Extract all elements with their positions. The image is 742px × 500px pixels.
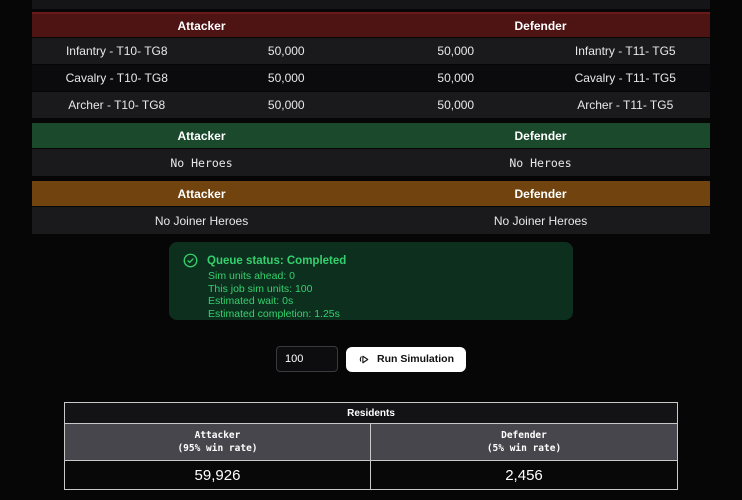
joiners-attacker-header: Attacker: [32, 187, 371, 201]
attacker-residents-value: 59,926: [65, 461, 371, 489]
check-circle-icon: [183, 253, 198, 268]
attacker-result-header: Attacker (95% win rate): [65, 424, 371, 460]
attacker-result-label: Attacker: [195, 429, 241, 442]
table-row: Infantry - T10- TG8 50,000 50,000 Infant…: [32, 38, 710, 64]
defender-joiners-value: No Joiner Heroes: [371, 214, 710, 228]
queue-status-card: Queue status: Completed Sim units ahead:…: [169, 242, 573, 320]
attacker-troop-type: Archer - T10- TG8: [32, 98, 202, 112]
joiners-defender-header: Defender: [371, 187, 710, 201]
estimated-completion-line: Estimated completion: 1.25s: [208, 308, 559, 321]
defender-troop-count: 50,000: [371, 71, 541, 85]
table-row: Cavalry - T10- TG8 50,000 50,000 Cavalry…: [32, 65, 710, 91]
simulation-controls: Run Simulation: [32, 346, 710, 372]
attacker-troop-type: Infantry - T10- TG8: [32, 44, 202, 58]
defender-heroes-value: No Heroes: [371, 156, 710, 170]
job-sim-units-line: This job sim units: 100: [208, 283, 559, 296]
attacker-troop-count: 50,000: [202, 44, 372, 58]
troops-attacker-header: Attacker: [32, 19, 371, 33]
defender-troop-count: 50,000: [371, 44, 541, 58]
joiner-heroes-row: No Joiner Heroes No Joiner Heroes: [32, 207, 710, 234]
defender-troop-type: Archer - T11- TG5: [541, 98, 711, 112]
defender-troop-type: Cavalry - T11- TG5: [541, 71, 711, 85]
queue-status-title: Queue status: Completed: [207, 255, 346, 267]
attacker-win-rate: (95% win rate): [177, 442, 257, 455]
defender-residents-value: 2,456: [371, 461, 677, 489]
table-row: Archer - T10- TG8 50,000 50,000 Archer -…: [32, 92, 710, 118]
defender-result-header: Defender (5% win rate): [371, 424, 677, 460]
attacker-troop-count: 50,000: [202, 71, 372, 85]
troops-header-row: Attacker Defender: [32, 12, 710, 37]
results-table-title: Residents: [65, 403, 677, 424]
attacker-heroes-value: No Heroes: [32, 156, 371, 170]
defender-win-rate: (5% win rate): [487, 442, 561, 455]
attacker-troop-type: Cavalry - T10- TG8: [32, 71, 202, 85]
run-simulation-button[interactable]: Run Simulation: [346, 347, 466, 372]
attacker-joiners-value: No Joiner Heroes: [32, 214, 371, 228]
defender-troop-type: Infantry - T11- TG5: [541, 44, 711, 58]
heroes-row: No Heroes No Heroes: [32, 149, 710, 176]
residents-results-table: Residents Attacker (95% win rate) Defend…: [64, 402, 678, 490]
cutoff-row-strip: [32, 0, 710, 9]
sim-units-ahead-line: Sim units ahead: 0: [208, 270, 559, 283]
estimated-wait-line: Estimated wait: 0s: [208, 295, 559, 308]
joiner-heroes-header-row: Attacker Defender: [32, 181, 710, 206]
tables-column: Attacker Defender Infantry - T10- TG8 50…: [32, 0, 710, 490]
run-simulation-label: Run Simulation: [377, 353, 454, 365]
troops-defender-header: Defender: [371, 19, 710, 33]
defender-troop-count: 50,000: [371, 98, 541, 112]
attacker-troop-count: 50,000: [202, 98, 372, 112]
heroes-header-row: Attacker Defender: [32, 123, 710, 148]
run-simulation-icon: [358, 353, 371, 366]
battle-simulator-page: Attacker Defender Infantry - T10- TG8 50…: [0, 0, 742, 500]
heroes-attacker-header: Attacker: [32, 129, 371, 143]
heroes-defender-header: Defender: [371, 129, 710, 143]
defender-result-label: Defender: [501, 429, 547, 442]
sim-units-input[interactable]: [276, 346, 338, 372]
